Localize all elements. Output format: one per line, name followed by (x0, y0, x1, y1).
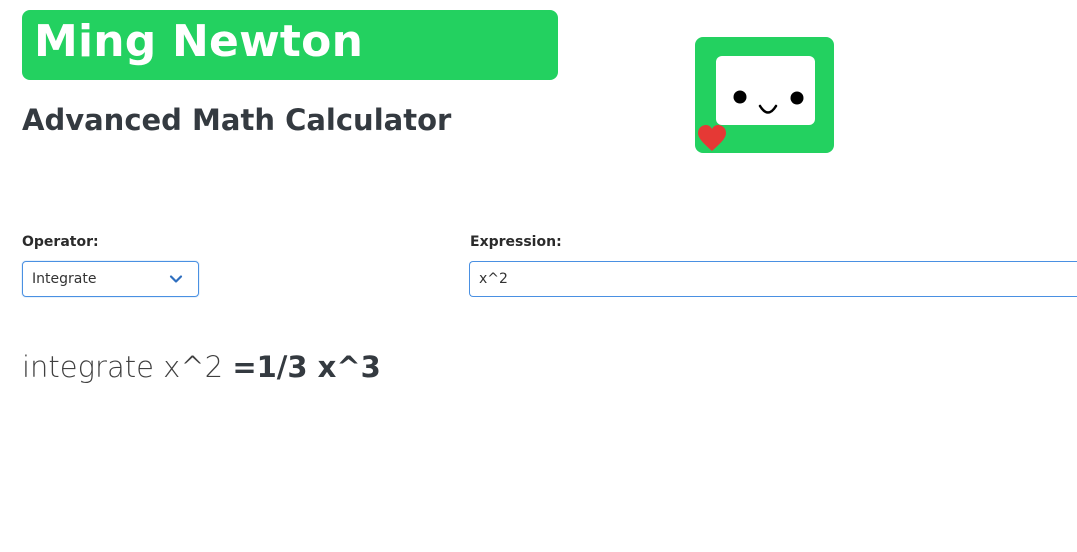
operator-label: Operator: (22, 234, 99, 250)
expression-label: Expression: (470, 234, 562, 250)
result-line: integrate x^2 =1/3 x^3 (22, 347, 381, 387)
result-expression: integrate x^2 (22, 350, 224, 384)
page-subtitle: Advanced Math Calculator (22, 103, 452, 137)
operator-select[interactable]: Integrate (22, 261, 199, 297)
brand-banner: Ming Newton (22, 10, 558, 80)
robot-mascot-icon (695, 37, 834, 153)
brand-title: Ming Newton (34, 16, 364, 67)
page: Ming Newton Advanced Math Calculator Ope… (0, 0, 1077, 552)
expression-input[interactable] (469, 261, 1077, 297)
operator-select-value: Integrate (32, 271, 97, 287)
result-answer: =1/3 x^3 (232, 350, 381, 384)
chevron-down-icon (169, 275, 183, 283)
